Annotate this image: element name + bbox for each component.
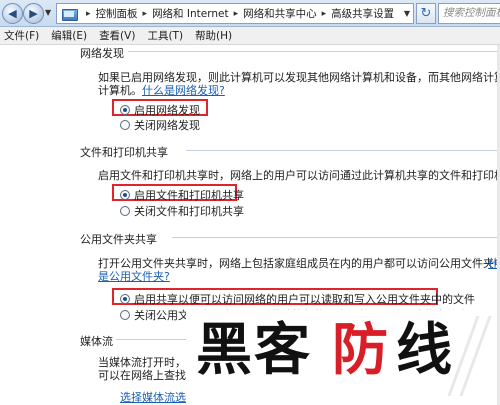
radio-button-icon[interactable] [120,310,130,320]
what-is-public-folder-link[interactable]: 是公用文件夹? [98,268,170,284]
address-box[interactable]: ▸ 控制面板 ▸ 网络和 Internet ▸ 网络和共享中心 ▸ 高级共享设置… [56,3,414,24]
radio-button-icon[interactable] [120,105,130,115]
control-panel-icon [61,7,78,21]
breadcrumb-advanced-sharing[interactable]: 高级共享设置 [331,6,394,21]
section-title-network-discovery: 网络发现 [80,47,124,60]
file-printer-description: 启用文件和打印机共享时，网络上的用户可以访问通过此计算机共享的文件和打印机。 [98,169,500,182]
refresh-button[interactable]: ↻ [416,3,436,24]
menu-tools[interactable]: 工具(T) [147,28,183,43]
refresh-icon: ↻ [420,6,432,21]
chevron-right-icon[interactable]: ▸ [234,9,239,19]
section-title-public-folder-sharing: 公用文件夹共享 [80,233,157,246]
menu-help[interactable]: 帮助(H) [195,28,232,43]
address-bar-row: ◀ ▶ ▼ ▸ 控制面板 ▸ 网络和 Internet ▸ 网络和共享中心 ▸ … [0,0,500,27]
chevron-right-icon[interactable]: ▸ [322,9,327,19]
watermark-logo-red-text: 防 [332,318,390,383]
menu-edit[interactable]: 编辑(E) [51,28,87,43]
watermark-logo-black-text: 黑客 [196,318,312,383]
radio-disable-file-printer-sharing[interactable]: 关闭文件和打印机共享 [120,203,244,219]
address-dropdown-icon[interactable]: ▼ [404,9,410,18]
menu-file[interactable]: 文件(F) [4,28,39,43]
recent-pages-dropdown-icon[interactable]: ▼ [45,8,51,17]
radio-enable-network-discovery[interactable]: 启用网络发现 [120,102,200,118]
section-title-media-streaming: 媒体流 [80,335,113,348]
radio-button-icon[interactable] [120,294,130,304]
radio-enable-file-printer-sharing[interactable]: 启用文件和打印机共享 [120,187,244,203]
radio-label: 启用共享以便可以访问网络的用户可以读取和写入公用文件夹中的文件 [134,293,475,306]
section-divider [116,339,196,340]
network-discovery-description-2: 计算机。什么是网络发现? [98,82,225,98]
menu-bar: 文件(F) 编辑(E) 查看(V) 工具(T) 帮助(H) [0,27,500,45]
chevron-right-icon[interactable]: ▸ [143,9,148,19]
description-text: 计算机。 [98,84,142,97]
radio-button-icon[interactable] [120,206,130,216]
radio-button-icon[interactable] [120,190,130,200]
what-is-network-discovery-link[interactable]: 什么是网络发现? [142,84,225,97]
radio-disable-network-discovery[interactable]: 关闭网络发现 [120,117,200,133]
breadcrumb-network-sharing-center[interactable]: 网络和共享中心 [243,6,317,21]
breadcrumb-control-panel[interactable]: 控制面板 [96,6,138,21]
radio-label: 启用文件和打印机共享 [134,189,244,202]
breadcrumb-network-internet[interactable]: 网络和 Internet [152,6,229,21]
section-divider [172,237,500,238]
section-title-file-printer-sharing: 文件和打印机共享 [80,146,168,159]
back-arrow-icon: ◀ [8,7,17,20]
watermark-logo-last-char: 线 [396,318,454,383]
radio-button-icon[interactable] [120,120,130,130]
forward-button[interactable]: ▶ [23,3,44,24]
radio-label: 关闭网络发现 [134,119,200,132]
radio-label: 关闭文件和打印机共享 [134,205,244,218]
back-button[interactable]: ◀ [2,3,23,24]
menu-view[interactable]: 查看(V) [99,28,135,43]
section-divider [186,150,500,151]
forward-arrow-icon: ▶ [29,7,38,20]
chevron-right-icon[interactable]: ▸ [86,9,91,19]
radio-enable-public-folder-sharing[interactable]: 启用共享以便可以访问网络的用户可以读取和写入公用文件夹中的文件 [120,291,475,307]
search-input[interactable]: 搜索控制面板 [438,3,500,24]
radio-label: 启用网络发现 [134,104,200,117]
section-divider [128,51,500,52]
